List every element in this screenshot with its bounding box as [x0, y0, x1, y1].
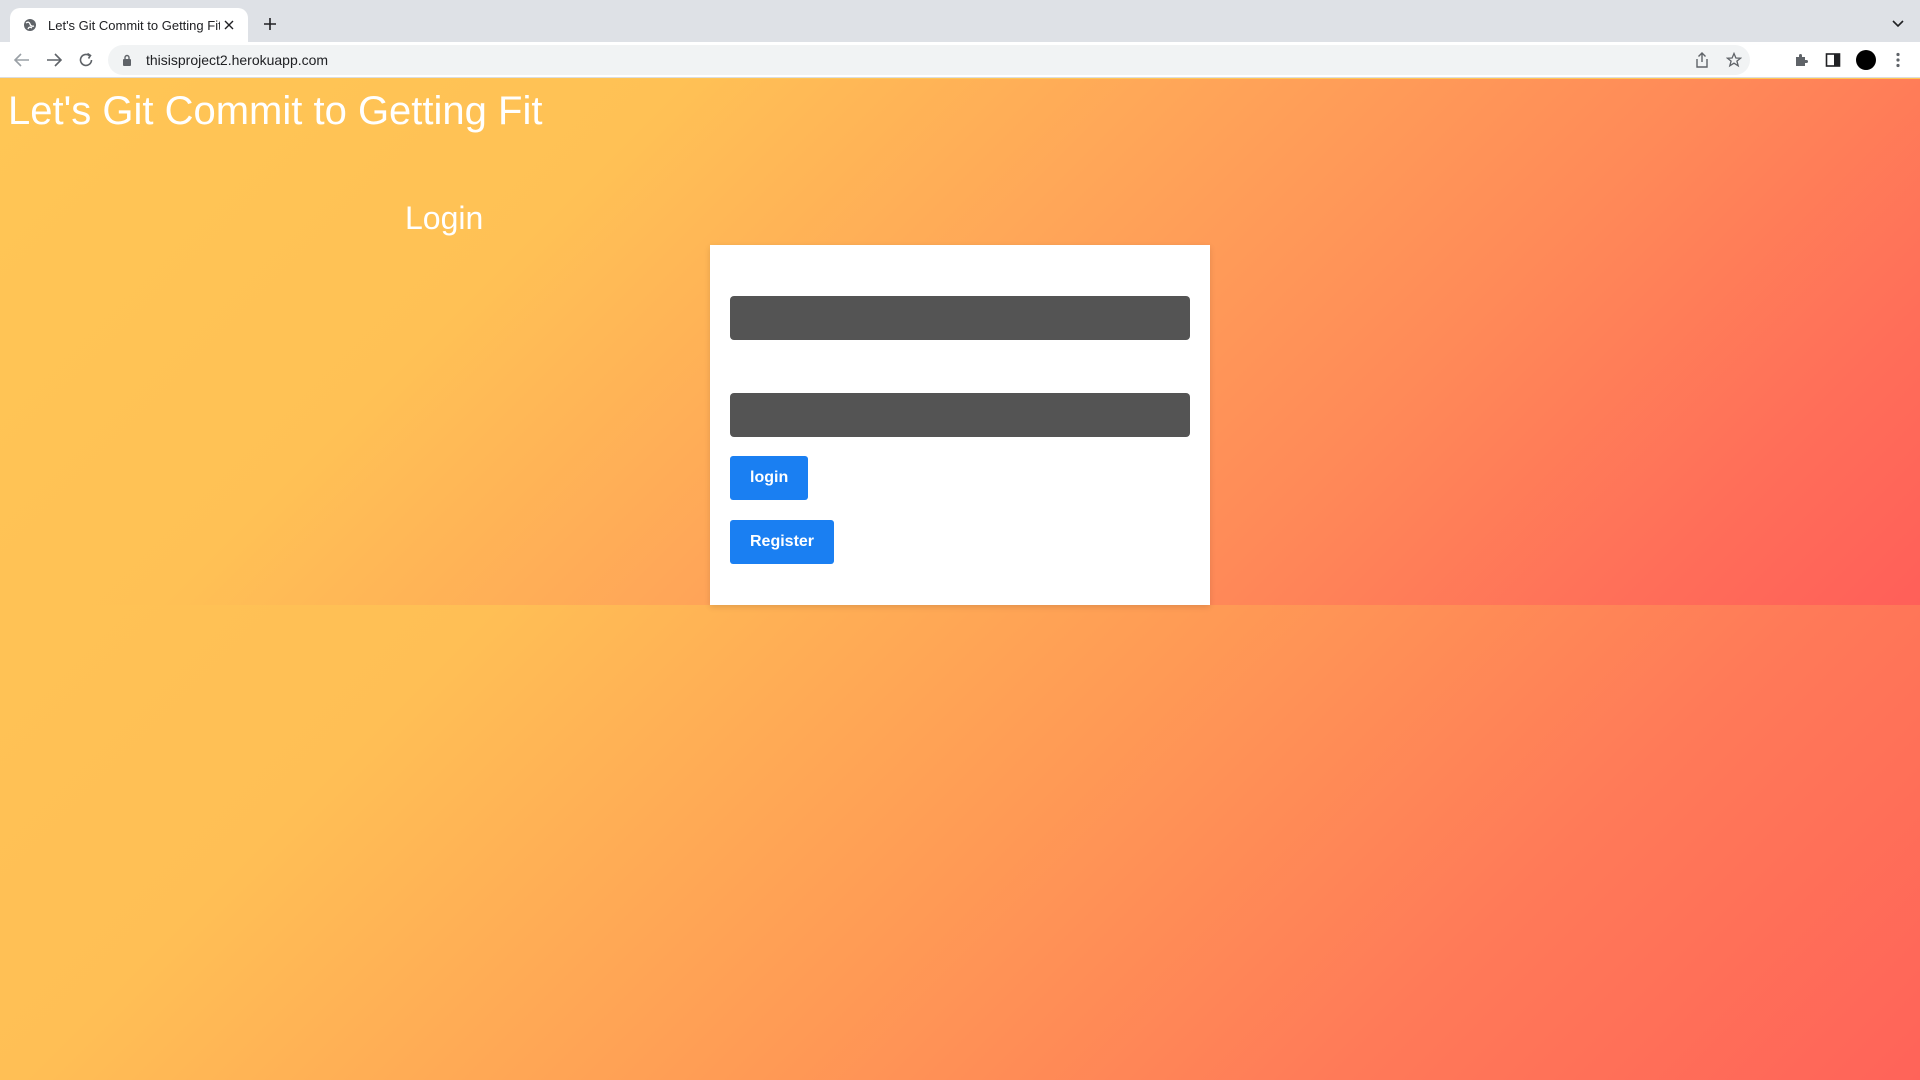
close-icon[interactable]	[220, 16, 238, 34]
new-tab-icon[interactable]	[260, 14, 280, 34]
url-text[interactable]: thisisproject2.herokuapp.com	[146, 52, 1750, 68]
forward-arrow-icon[interactable]	[44, 50, 64, 70]
hero-section: Let's Git Commit to Getting Fit Login lo…	[0, 79, 1920, 605]
star-icon[interactable]	[1724, 50, 1744, 70]
extensions-puzzle-icon[interactable]	[1791, 50, 1811, 70]
browser-tab[interactable]: Let's Git Commit to Getting Fit	[10, 8, 248, 42]
login-button[interactable]: login	[730, 456, 809, 500]
register-button[interactable]: Register	[730, 520, 835, 564]
page-viewport: Let's Git Commit to Getting Fit Login lo…	[0, 79, 1920, 1080]
side-panel-icon[interactable]	[1823, 50, 1843, 70]
globe-icon	[22, 17, 38, 33]
site-title: Let's Git Commit to Getting Fit	[8, 89, 543, 133]
profile-avatar[interactable]	[1856, 50, 1876, 70]
password-input[interactable]	[730, 393, 1190, 437]
back-arrow-icon[interactable]	[12, 50, 32, 70]
tab-strip: Let's Git Commit to Getting Fit	[0, 0, 1920, 42]
tab-title: Let's Git Commit to Getting Fit	[48, 17, 220, 33]
browser-toolbar: thisisproject2.herokuapp.com	[0, 42, 1920, 78]
more-menu-icon[interactable]	[1888, 50, 1908, 70]
username-input[interactable]	[730, 296, 1190, 340]
login-heading: Login	[405, 200, 484, 236]
chevron-down-icon[interactable]	[1888, 14, 1908, 34]
login-card: login Register	[710, 245, 1210, 605]
address-bar[interactable]: thisisproject2.herokuapp.com	[108, 45, 1750, 75]
lock-icon[interactable]	[120, 53, 134, 67]
share-icon[interactable]	[1692, 50, 1712, 70]
reload-icon[interactable]	[76, 50, 96, 70]
avatar[interactable]	[1856, 50, 1876, 70]
